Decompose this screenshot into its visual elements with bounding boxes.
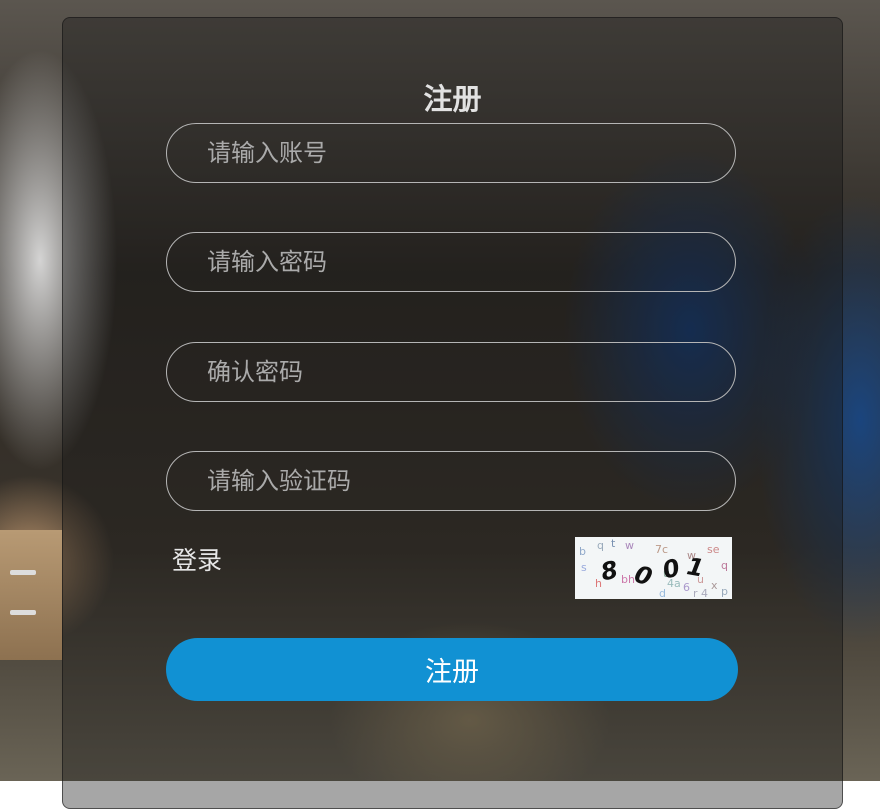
login-link[interactable]: 登录 [172, 541, 222, 577]
drawer-handle [10, 610, 36, 615]
svg-text:w: w [625, 539, 634, 552]
svg-text:h: h [595, 577, 602, 590]
svg-text:7c: 7c [655, 543, 668, 556]
password-field[interactable] [166, 232, 736, 292]
captcha-input[interactable] [167, 452, 735, 510]
captcha-field[interactable] [166, 451, 736, 511]
account-field[interactable] [166, 123, 736, 183]
svg-text:r 4: r 4 [693, 587, 708, 599]
svg-text:q: q [597, 539, 604, 552]
svg-text:p: p [721, 585, 728, 598]
svg-text:d: d [659, 587, 666, 599]
confirm-password-field[interactable] [166, 342, 736, 402]
svg-text:se: se [707, 543, 720, 556]
svg-text:0: 0 [631, 560, 656, 592]
svg-text:b: b [579, 545, 586, 558]
drawer-handle [10, 570, 36, 575]
password-input[interactable] [167, 233, 735, 291]
svg-text:6: 6 [683, 581, 690, 594]
svg-text:s: s [581, 561, 587, 574]
svg-text:t: t [611, 537, 616, 550]
register-button[interactable]: 注册 [166, 638, 738, 701]
captcha-image[interactable]: b q t w 7c w se q s h bh u 4a 6 u x p d … [575, 537, 732, 600]
background-drawer [0, 530, 62, 660]
form-title: 注册 [423, 82, 482, 116]
confirm-password-input[interactable] [167, 343, 735, 401]
svg-text:q: q [721, 559, 728, 572]
svg-text:x: x [711, 579, 718, 592]
account-input[interactable] [167, 124, 735, 182]
